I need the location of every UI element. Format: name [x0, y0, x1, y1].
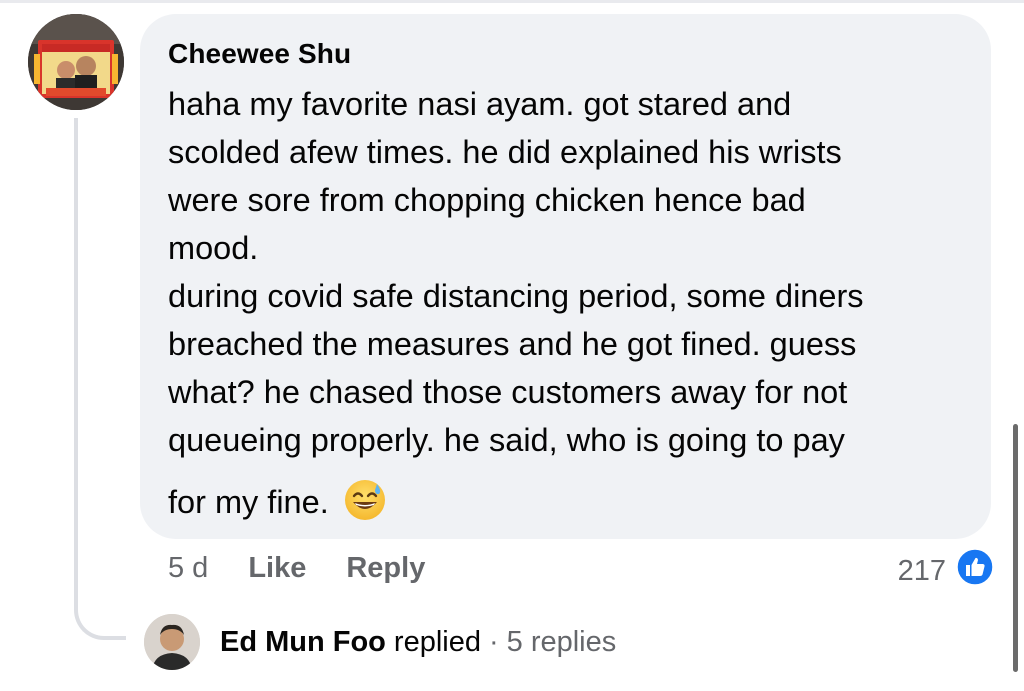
comment-line: haha my favorite nasi ayam. got stared a… [168, 86, 792, 122]
comment-bubble[interactable]: Cheewee Shu haha my favorite nasi ayam. … [140, 14, 991, 539]
comment-line: breached the measures and he got fined. … [168, 326, 857, 362]
replier-photo [144, 614, 200, 670]
replier-avatar [144, 614, 200, 670]
comment-line: mood. [168, 230, 259, 266]
reply-count: 5 replies [506, 625, 617, 658]
comment-timestamp[interactable]: 5 d [168, 552, 208, 585]
comment-line: what? he chased those customers away for… [168, 374, 848, 410]
separator-dot: · [488, 625, 499, 658]
comment-actions: 5 d Like Reply 217 [168, 548, 1024, 588]
like-icon [956, 548, 994, 594]
commenter-avatar[interactable] [28, 14, 124, 110]
sweat-smile-emoji-icon [343, 478, 387, 522]
reply-button[interactable]: Reply [346, 552, 425, 585]
comment-line: scolded afew times. he did explained his… [168, 134, 842, 170]
avatar-photo [28, 14, 124, 110]
comment-line: queueing properly. he said, who is going… [168, 422, 845, 458]
reaction-count: 217 [897, 554, 946, 587]
comment-line: were sore from chopping chicken hence ba… [168, 182, 806, 218]
replied-label: replied [393, 625, 481, 658]
like-button[interactable]: Like [248, 552, 306, 585]
scrollbar[interactable] [1013, 424, 1018, 672]
replier-name: Ed Mun Foo [220, 625, 386, 658]
comment-text: haha my favorite nasi ayam. got stared a… [168, 80, 963, 526]
comment-line: during covid safe distancing period, som… [168, 278, 864, 314]
comment-line: for my fine. [168, 484, 329, 520]
reaction-summary[interactable]: 217 [898, 548, 994, 594]
comment-last-line: for my fine. [168, 478, 963, 526]
top-divider [0, 0, 1024, 3]
view-replies-link[interactable]: Ed Mun Foo replied · 5 replies [144, 612, 616, 672]
reply-thread-line [74, 118, 126, 640]
comment-author[interactable]: Cheewee Shu [168, 36, 963, 72]
